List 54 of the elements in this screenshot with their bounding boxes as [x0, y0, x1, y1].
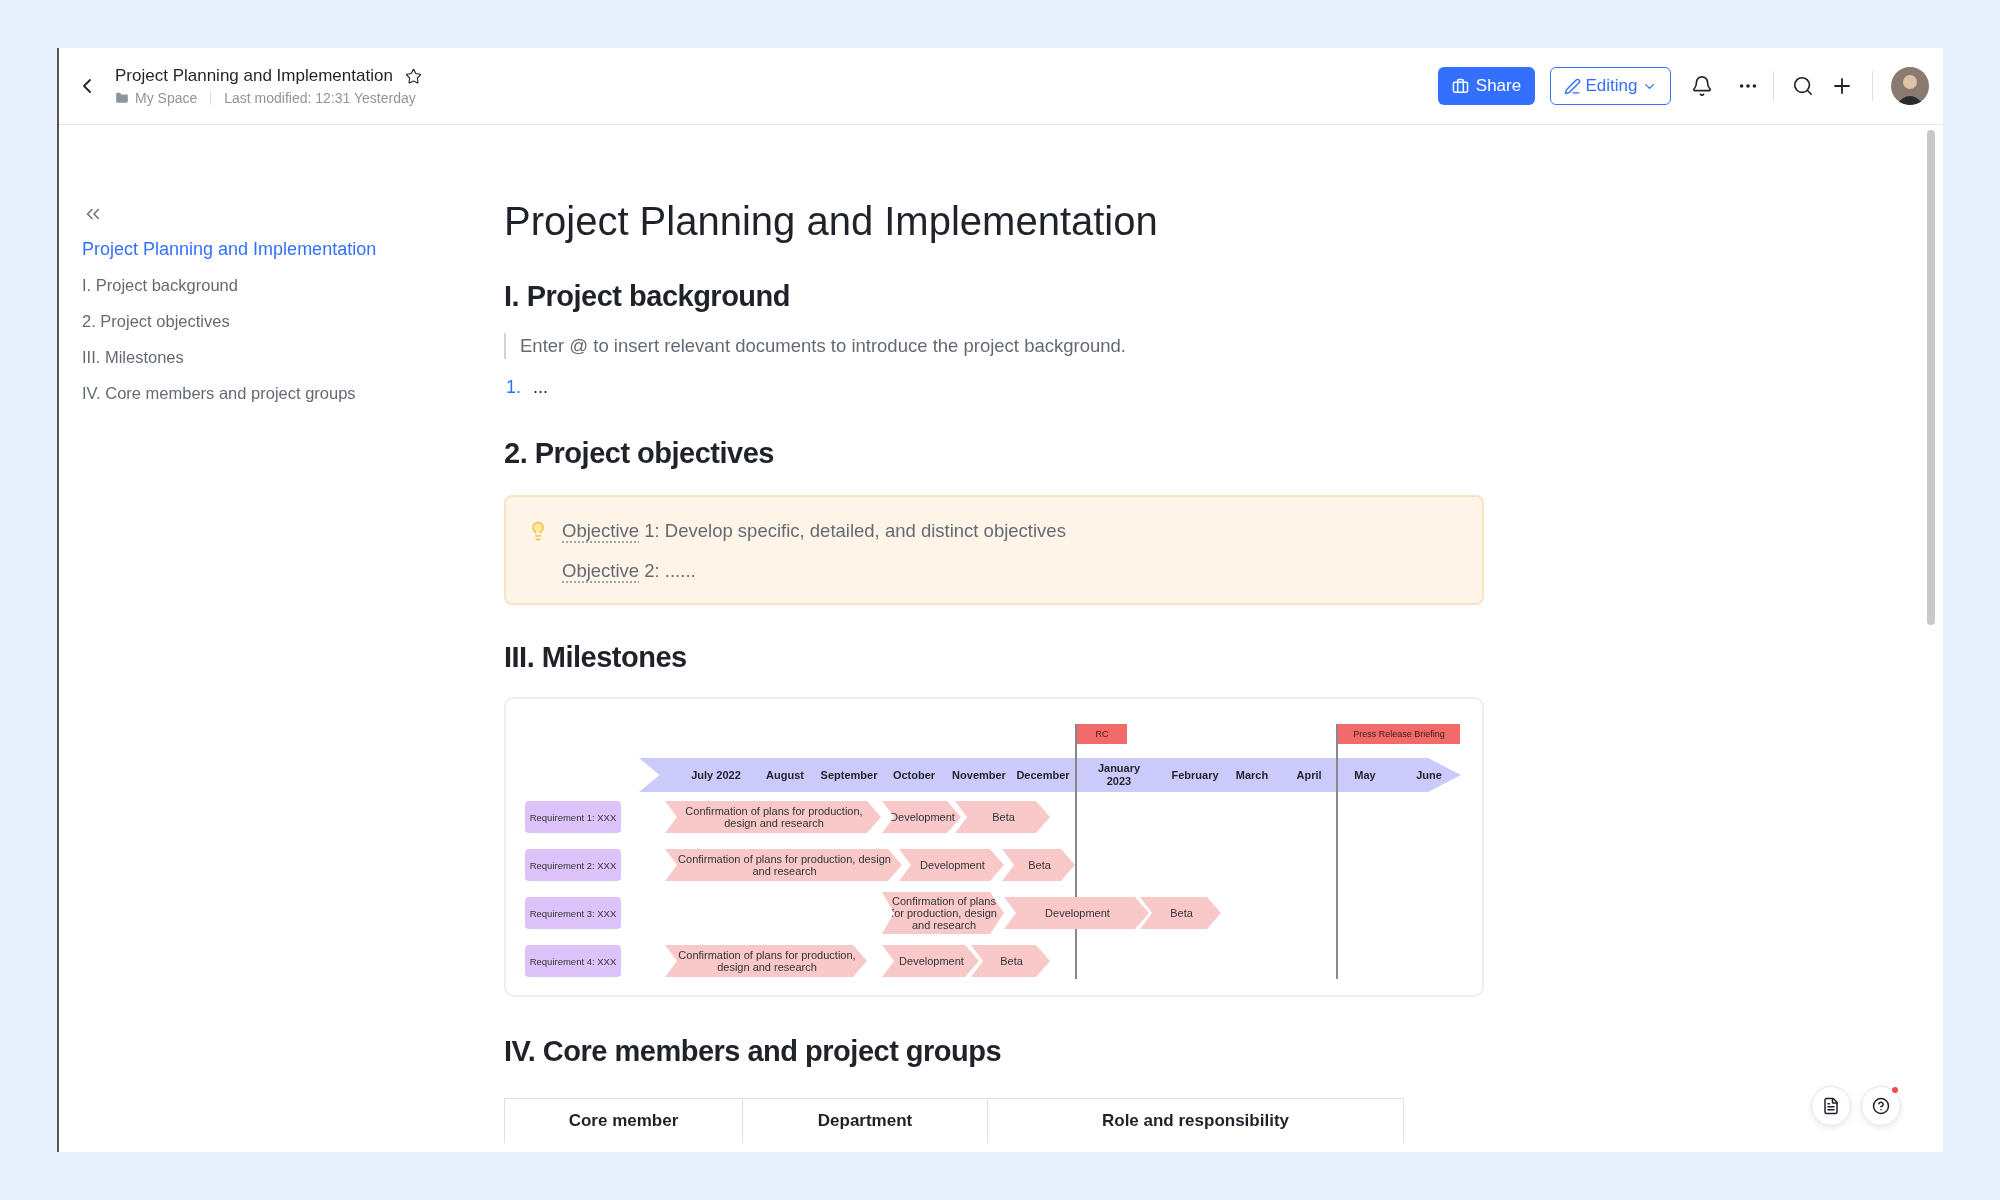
month-label: January 2023 — [1096, 762, 1142, 788]
notification-dot — [1892, 1087, 1898, 1093]
objective-text: Objective 2: ...... — [562, 559, 697, 583]
section-heading: I. Project background — [504, 280, 791, 313]
column-header: Department — [742, 1099, 987, 1143]
search-icon[interactable] — [1792, 75, 1814, 97]
section-heading: III. Milestones — [504, 641, 688, 674]
outline-item[interactable]: IV. Core members and project groups — [82, 375, 356, 411]
month-label: December — [1016, 768, 1070, 782]
editing-button[interactable]: Editing — [1550, 67, 1671, 105]
month-label: November — [952, 768, 1006, 782]
outline-item[interactable]: 2. Project objectives — [82, 303, 230, 339]
scrollbar[interactable] — [1927, 130, 1935, 625]
help-button[interactable] — [1861, 1086, 1901, 1126]
list-number: 1. — [506, 377, 521, 398]
section-heading: 2. Project objectives — [504, 437, 775, 470]
last-modified: Last modified: 12:31 Yesterday — [224, 90, 416, 106]
month-label: March — [1235, 768, 1269, 782]
month-label: September — [820, 768, 878, 782]
list-text: ... — [533, 377, 549, 398]
month-label: July 2022 — [691, 768, 741, 782]
space-link[interactable]: My Space — [135, 90, 198, 106]
requirement-label: Requirement 4: XXX — [525, 945, 621, 977]
outline-item[interactable]: III. Milestones — [82, 339, 184, 375]
month-label: August — [766, 768, 804, 782]
briefcase-icon — [1451, 77, 1469, 95]
share-button[interactable]: Share — [1438, 67, 1535, 105]
month-label: June — [1416, 768, 1442, 782]
requirement-label: Requirement 2: XXX — [525, 849, 621, 881]
objective-text: Objective 1: Develop specific, detailed, and distinct objectives — [562, 519, 1066, 543]
column-header: Role and responsibility — [987, 1099, 1403, 1143]
help-icon — [1872, 1097, 1890, 1115]
document-icon — [1822, 1097, 1840, 1115]
pen-icon — [1563, 77, 1581, 95]
month-label: February — [1171, 768, 1219, 782]
month-label: April — [1296, 768, 1322, 782]
column-header: Core member — [567, 1110, 680, 1132]
outline-item[interactable]: I. Project background — [82, 267, 238, 303]
folder-icon — [115, 91, 129, 105]
bell-icon[interactable] — [1691, 75, 1713, 97]
month-label: May — [1354, 768, 1376, 782]
document-title: Project Planning and Implementation — [115, 66, 393, 86]
requirement-label: Requirement 3: XXX — [525, 897, 621, 929]
milestone-flag: RC — [1077, 724, 1127, 744]
requirement-label: Requirement 1: XXX — [525, 801, 621, 833]
milestone-flag: Press Release Briefing — [1338, 724, 1460, 744]
outline-item[interactable]: Project Planning and Implementation — [82, 231, 377, 267]
page-heading: Project Planning and Implementation — [504, 199, 1159, 244]
star-button[interactable] — [404, 67, 422, 85]
user-avatar[interactable] — [1891, 67, 1929, 105]
month-label: October — [892, 768, 936, 782]
quote-text: Enter @ to insert relevant documents to introduce the project background. — [504, 333, 1484, 359]
document-button[interactable] — [1811, 1086, 1851, 1126]
section-heading: IV. Core members and project groups — [504, 1035, 1003, 1068]
